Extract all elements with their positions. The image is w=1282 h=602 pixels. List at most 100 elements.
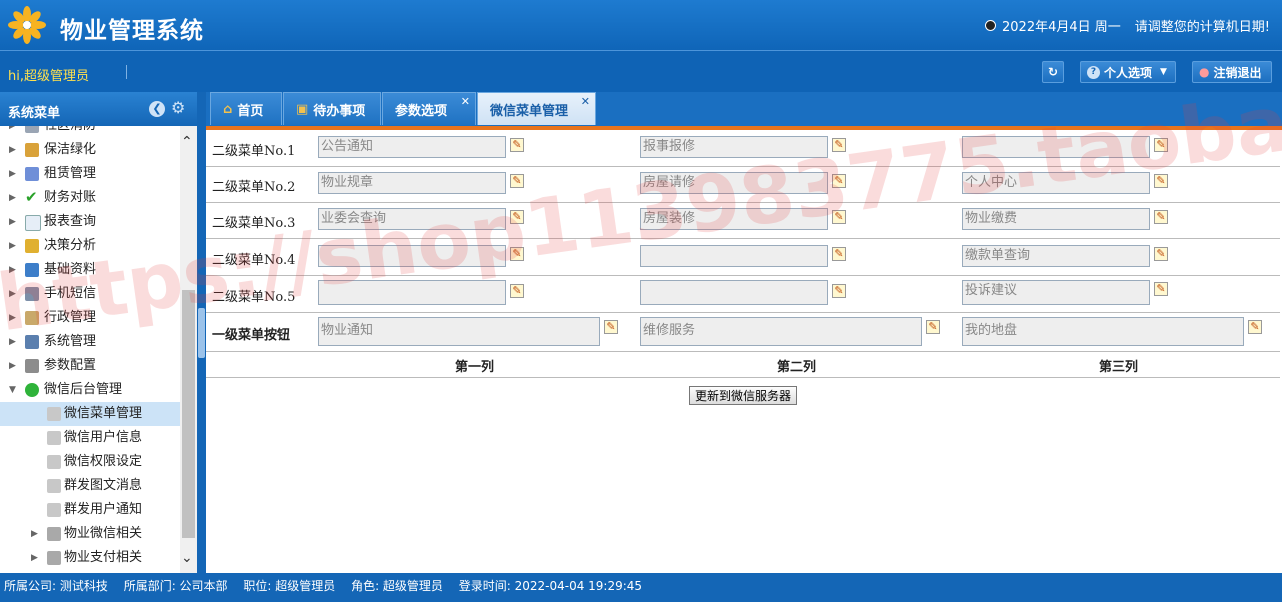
sidebar-item-mass-notice[interactable]: 群发用户通知 (0, 498, 180, 522)
cube-icon (25, 239, 39, 253)
tab-todo[interactable]: ▣ 待办事项 (283, 92, 381, 125)
personal-options-button[interactable]: ? 个人选项 ▼ (1080, 61, 1176, 83)
pencil-icon[interactable]: ✎ (1154, 138, 1168, 152)
menu-row: 二级菜单No.4 ✎ ✎ 缴款单查询 ✎ (206, 238, 1280, 276)
update-wechat-server-button[interactable]: 更新到微信服务器 (689, 386, 797, 405)
phone-icon (25, 287, 39, 301)
sidebar-item-label: 群发用户通知 (64, 502, 143, 517)
menu-input[interactable] (640, 280, 828, 305)
menu-input[interactable]: 公告通知 (318, 136, 506, 158)
pencil-icon[interactable]: ✎ (1154, 282, 1168, 296)
sidebar-item-analysis[interactable]: ▶ 决策分析 (0, 234, 180, 258)
pencil-icon[interactable]: ✎ (1248, 320, 1262, 334)
sidebar-item-system[interactable]: ▶ 系统管理 (0, 330, 180, 354)
tab-home[interactable]: ⌂ 首页 (210, 92, 282, 125)
menu-input[interactable]: 物业缴费 (962, 208, 1150, 230)
menu-row: 二级菜单No.5 ✎ ✎ 投诉建议 ✎ (206, 275, 1280, 313)
pencil-icon[interactable]: ✎ (832, 284, 846, 298)
collapse-handle[interactable] (198, 308, 205, 358)
pencil-icon[interactable]: ✎ (510, 138, 524, 152)
expand-arrow-icon[interactable]: ▶ (9, 138, 16, 162)
close-icon[interactable]: ✕ (461, 95, 470, 108)
expand-arrow-icon[interactable]: ▶ (9, 210, 16, 234)
status-post: 职位: 超级管理员 (243, 579, 336, 593)
sidebar-item-property-wechat[interactable]: ▶ 物业微信相关 (0, 522, 180, 546)
pencil-icon[interactable]: ✎ (510, 247, 524, 261)
sidebar-item-property-pay[interactable]: ▶ 物业支付相关 (0, 546, 180, 570)
expand-arrow-icon[interactable]: ▶ (9, 306, 16, 330)
pencil-icon[interactable]: ✎ (604, 320, 618, 334)
sidebar-item-label: 保洁绿化 (44, 142, 97, 157)
sidebar-item-fire[interactable]: ▶ 社区消防 (0, 126, 180, 138)
document-edit-icon (25, 311, 39, 325)
sidebar-item-wechat-perms[interactable]: 微信权限设定 (0, 450, 180, 474)
expand-arrow-icon[interactable]: ▶ (9, 162, 16, 186)
pencil-icon[interactable]: ✎ (510, 174, 524, 188)
sidebar-collapse-strip[interactable] (197, 92, 206, 573)
sidebar-item-rental[interactable]: ▶ 租赁管理 (0, 162, 180, 186)
expand-arrow-icon[interactable]: ▶ (31, 546, 38, 570)
fire-safety-icon (25, 126, 39, 133)
menu-input[interactable]: 缴款单查询 (962, 245, 1150, 267)
collapse-arrow-icon[interactable]: ▼ (9, 378, 16, 402)
menu-tree: ▶ 社区消防 ▶ 保洁绿化 ▶ 租赁管理 ▶ ✔ 财务对账 ▶ 报表查询 ▶ 决… (0, 126, 180, 573)
menu-input[interactable]: 房屋请修 (640, 172, 828, 194)
pencil-icon[interactable]: ✎ (832, 247, 846, 261)
menu-input[interactable]: 业委会查询 (318, 208, 506, 230)
menu-input[interactable]: 物业通知 (318, 317, 600, 346)
tab-wechat-menu[interactable]: 微信菜单管理 ✕ (477, 92, 596, 125)
refresh-button[interactable]: ↻ (1042, 61, 1064, 83)
expand-arrow-icon[interactable]: ▶ (9, 234, 16, 258)
menu-input[interactable]: 维修服务 (640, 317, 922, 346)
sidebar-item-basic-data[interactable]: ▶ 基础资料 (0, 258, 180, 282)
pencil-icon[interactable]: ✎ (1154, 210, 1168, 224)
sidebar-item-wechat-users[interactable]: 微信用户信息 (0, 426, 180, 450)
menu-row: 二级菜单No.1 公告通知 ✎ 报事报修 ✎ ✎ (206, 130, 1280, 167)
pencil-icon[interactable]: ✎ (1154, 247, 1168, 261)
sidebar-scrollbar[interactable]: ⌃ ⌄ (180, 126, 197, 573)
menu-input[interactable]: 我的地盘 (962, 317, 1244, 346)
collapse-left-icon[interactable]: ❮ (149, 101, 165, 117)
pencil-icon[interactable]: ✎ (832, 174, 846, 188)
tab-params[interactable]: 参数选项 ✕ (382, 92, 476, 125)
expand-arrow-icon[interactable]: ▶ (9, 330, 16, 354)
close-icon[interactable]: ✕ (581, 95, 590, 108)
sidebar-item-mass-news[interactable]: 群发图文消息 (0, 474, 180, 498)
menu-input[interactable]: 个人中心 (962, 172, 1150, 194)
sidebar-item-sms[interactable]: ▶ 手机短信 (0, 282, 180, 306)
broom-icon (25, 143, 39, 157)
expand-arrow-icon[interactable]: ▶ (9, 354, 16, 378)
expand-arrow-icon[interactable]: ▶ (31, 522, 38, 546)
menu-input[interactable]: 投诉建议 (962, 280, 1150, 305)
menu-input[interactable] (962, 136, 1150, 158)
scrollbar-thumb[interactable] (182, 290, 195, 538)
menu-input[interactable] (318, 280, 506, 305)
pencil-icon[interactable]: ✎ (510, 284, 524, 298)
logout-button[interactable]: ● 注销退出 (1192, 61, 1272, 83)
expand-arrow-icon[interactable]: ▶ (9, 258, 16, 282)
expand-arrow-icon[interactable]: ▶ (9, 186, 16, 210)
sidebar-item-finance[interactable]: ▶ ✔ 财务对账 (0, 186, 180, 210)
scroll-up-icon[interactable]: ⌃ (181, 134, 193, 150)
sidebar-item-reports[interactable]: ▶ 报表查询 (0, 210, 180, 234)
expand-arrow-icon[interactable]: ▶ (9, 126, 16, 138)
row-label: 二级菜单No.1 (212, 144, 296, 159)
gear-icon[interactable]: ⚙ (171, 100, 187, 116)
sidebar-item-cleaning[interactable]: ▶ 保洁绿化 (0, 138, 180, 162)
pencil-icon[interactable]: ✎ (832, 138, 846, 152)
menu-input[interactable]: 报事报修 (640, 136, 828, 158)
pencil-icon[interactable]: ✎ (510, 210, 524, 224)
pencil-icon[interactable]: ✎ (926, 320, 940, 334)
sidebar-item-params[interactable]: ▶ 参数配置 (0, 354, 180, 378)
sidebar-item-wechat-menu[interactable]: 微信菜单管理 (0, 402, 180, 426)
sidebar-item-wechat-admin[interactable]: ▼ 微信后台管理 (0, 378, 180, 402)
expand-arrow-icon[interactable]: ▶ (9, 282, 16, 306)
menu-input[interactable] (640, 245, 828, 267)
menu-input[interactable]: 房屋装修 (640, 208, 828, 230)
pencil-icon[interactable]: ✎ (832, 210, 846, 224)
pencil-icon[interactable]: ✎ (1154, 174, 1168, 188)
menu-input[interactable]: 物业规章 (318, 172, 506, 194)
menu-input[interactable] (318, 245, 506, 267)
scroll-down-icon[interactable]: ⌄ (181, 550, 193, 566)
sidebar-item-admin[interactable]: ▶ 行政管理 (0, 306, 180, 330)
